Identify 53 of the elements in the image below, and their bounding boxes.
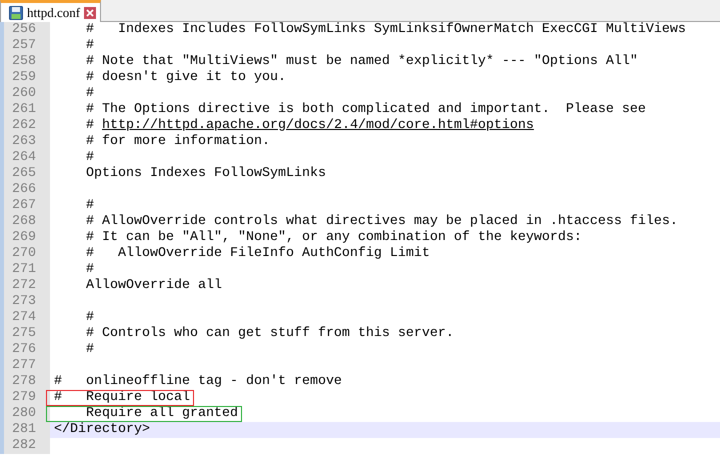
file-tab[interactable]: httpd.conf [0, 0, 102, 22]
line-number: 271 [4, 262, 50, 278]
code-line: # onlineoffline tag - don't remove [54, 374, 342, 389]
line-number: 274 [4, 310, 50, 326]
line-number: 262 [4, 118, 50, 134]
line-number: 279 [4, 390, 50, 406]
code-line: Options Indexes FollowSymLinks [84, 166, 326, 181]
code-line: AllowOverride all [84, 278, 222, 293]
line-number: 265 [4, 166, 50, 182]
code-line: # It can be "All", "None", or any combination of the keywords: [84, 230, 582, 245]
line-number: 266 [4, 182, 50, 198]
code-line: # Note that "MultiViews" must be named *explicitly* --- "Options All" [84, 54, 638, 69]
line-number: 256 [4, 22, 50, 38]
code-line: # AllowOverride controls what directives may be placed in .htaccess files. [84, 214, 678, 229]
line-number: 270 [4, 246, 50, 262]
code-line: # [84, 342, 94, 357]
line-number: 278 [4, 374, 50, 390]
close-icon[interactable] [84, 6, 96, 18]
code-line: # Indexes Includes FollowSymLinks SymLinksifOwnerMatch ExecCGI MultiViews [84, 22, 686, 37]
line-number: 273 [4, 294, 50, 310]
line-number: 281 [4, 422, 50, 438]
code-line: # [84, 310, 94, 325]
line-number: 267 [4, 198, 50, 214]
line-number: 258 [4, 54, 50, 70]
line-number: 259 [4, 70, 50, 86]
line-number: 275 [4, 326, 50, 342]
code-line: # Require local [54, 390, 190, 405]
line-number: 263 [4, 134, 50, 150]
code-line: # AllowOverride FileInfo AuthConfig Limit [84, 246, 430, 261]
line-number: 276 [4, 342, 50, 358]
line-number: 269 [4, 230, 50, 246]
line-number: 264 [4, 150, 50, 166]
code-line: # Controls who can get stuff from this server. [84, 326, 454, 341]
code-line: # [84, 38, 94, 53]
code-line: # for more information. [84, 134, 270, 149]
line-number: 272 [4, 278, 50, 294]
line-number: 257 [4, 38, 50, 54]
code-line: # [84, 150, 94, 165]
line-number: 260 [4, 86, 50, 102]
code-line: # [84, 86, 94, 101]
line-number: 280 [4, 406, 50, 422]
tab-label: httpd.conf [27, 4, 80, 20]
line-number: 282 [4, 438, 50, 454]
code-line: # [84, 118, 95, 133]
code-line: # The Options directive is both complicated and important. Please see [84, 102, 646, 117]
line-number: 277 [4, 358, 50, 374]
code-line: </Directory> [54, 422, 150, 437]
code-line: # doesn't give it to you. [84, 70, 286, 85]
code-line: # [84, 198, 94, 213]
code-line: # [84, 262, 94, 277]
url-link[interactable]: http://httpd.apache.org/docs/2.4/mod/core.html#options [102, 118, 534, 133]
line-number: 261 [4, 102, 50, 118]
line-number: 268 [4, 214, 50, 230]
